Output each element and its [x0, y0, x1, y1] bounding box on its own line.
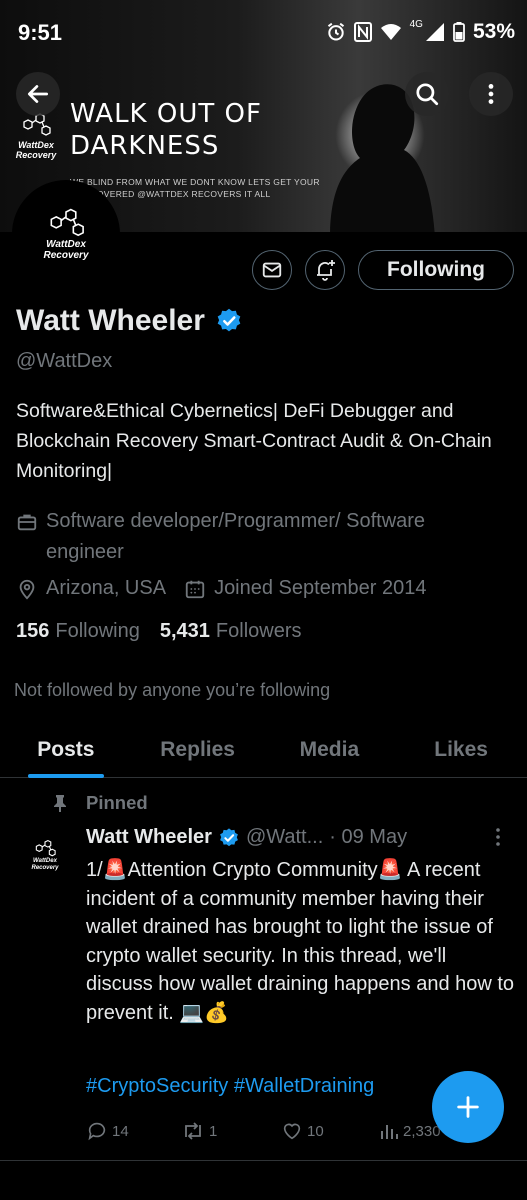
- like-button[interactable]: 10: [281, 1120, 379, 1142]
- pin-icon: [54, 795, 66, 812]
- display-name: Watt Wheeler: [16, 304, 243, 338]
- briefcase-icon: [17, 514, 37, 531]
- search-button[interactable]: [405, 72, 449, 116]
- status-icons: 4G 53%: [326, 18, 515, 44]
- compose-post-button[interactable]: [432, 1071, 504, 1143]
- followers-count-link[interactable]: 5,431 Followers: [160, 620, 302, 643]
- tweet-author-name[interactable]: Watt Wheeler: [86, 826, 212, 849]
- status-time: 9:51: [18, 20, 63, 45]
- profile-category-text: Software developer/Programmer/ Software …: [46, 510, 426, 563]
- reply-button[interactable]: 14: [86, 1120, 181, 1142]
- not-followed-notice: Not followed by anyone you’re following: [14, 680, 331, 700]
- tweet-hashtags[interactable]: #CryptoSecurity #WalletDraining: [86, 1075, 374, 1098]
- like-count: 10: [307, 1122, 324, 1140]
- back-button[interactable]: [16, 72, 60, 116]
- tweet-avatar[interactable]: WattDex Recovery: [16, 826, 74, 884]
- banner-logo-text: WattDex Recovery: [15, 140, 57, 160]
- notifications-button[interactable]: [305, 250, 345, 290]
- nfc-icon: [353, 22, 372, 42]
- views-bar-icon: [381, 1125, 398, 1139]
- wifi-icon: [380, 24, 401, 40]
- repost-button[interactable]: 1: [181, 1120, 281, 1142]
- following-button[interactable]: Following: [358, 250, 514, 290]
- profile-tabs: Posts Replies Media Likes: [0, 722, 527, 778]
- pinned-label: Pinned: [86, 792, 148, 813]
- tweet-avatar-text: WattDex Recovery: [31, 857, 59, 871]
- follow-counts: 156 Following 5,431 Followers: [16, 620, 302, 643]
- back-arrow-icon: [27, 85, 49, 103]
- location-pin-icon: [19, 579, 35, 599]
- banner-headline: WALK OUT OF DARKNESS: [70, 99, 262, 161]
- network-type: 4G: [409, 18, 423, 30]
- repost-count: 1: [209, 1122, 218, 1140]
- tweet-text: 1/🚨Attention Crypto Community🚨 A recent …: [86, 859, 515, 1024]
- tweet-author-handle: @Watt...: [245, 826, 324, 848]
- avatar-logo-text: WattDex Recovery: [43, 239, 89, 261]
- mail-icon: [262, 262, 282, 278]
- followers-label: Followers: [215, 620, 302, 642]
- profile-handle: @WattDex: [16, 350, 113, 372]
- repost-icon: [185, 1122, 201, 1140]
- display-name-text: Watt Wheeler: [16, 304, 205, 337]
- alarm-icon: [327, 22, 344, 41]
- calendar-icon: [185, 580, 205, 598]
- plus-icon: [457, 1096, 479, 1118]
- reply-icon: [88, 1122, 106, 1141]
- tab-replies[interactable]: Replies: [132, 722, 264, 777]
- verified-badge-icon: [217, 308, 241, 332]
- following-count: 156: [16, 620, 50, 642]
- verified-badge-icon: [220, 827, 238, 846]
- bell-plus-icon: [317, 260, 335, 281]
- more-options-button[interactable]: [469, 72, 513, 116]
- profile-location-text: Arizona, USA: [46, 577, 167, 599]
- views-count: 2,330: [403, 1122, 441, 1140]
- message-button[interactable]: [252, 250, 292, 290]
- profile-location: Arizona, USA: [16, 573, 166, 604]
- signal-icon: [425, 23, 444, 41]
- following-count-link[interactable]: 156 Following: [16, 620, 140, 643]
- tweet-date: · 09 May: [329, 826, 408, 848]
- more-vertical-icon: [496, 828, 500, 846]
- tweet-header: Watt Wheeler @Watt... · 09 May: [86, 826, 407, 849]
- banner-subtext: WE BLIND FROM WHAT WE DONT KNOW LETS GET…: [70, 177, 320, 199]
- status-bar: 9:51 4G 53%: [0, 0, 527, 64]
- banner-logo: WattDex Recovery: [8, 112, 64, 160]
- hexagon-logo-icon: [50, 208, 84, 237]
- profile-joined-text: Joined September 2014: [214, 577, 427, 599]
- more-vertical-icon: [488, 84, 494, 104]
- profile-bio: Software&Ethical Cybernetics| DeFi Debug…: [16, 400, 492, 482]
- views-button[interactable]: 2,330: [379, 1121, 441, 1141]
- search-icon: [416, 83, 439, 106]
- profile-avatar[interactable]: WattDex Recovery: [12, 180, 120, 288]
- tweet-more-button[interactable]: [489, 826, 507, 853]
- hexagon-logo-icon: [35, 839, 56, 856]
- following-label: Following: [55, 620, 140, 642]
- pinned-indicator: Pinned: [52, 792, 148, 814]
- profile-category: Software developer/Programmer/ Software …: [16, 506, 496, 568]
- heart-icon: [283, 1123, 301, 1140]
- bottom-navigation: [0, 1161, 527, 1200]
- tab-media[interactable]: Media: [264, 722, 396, 777]
- tab-posts[interactable]: Posts: [0, 722, 132, 777]
- reply-count: 14: [112, 1122, 129, 1140]
- profile-joined: Joined September 2014: [184, 573, 426, 604]
- profile-meta-row: Arizona, USA Joined September 2014: [16, 573, 426, 604]
- battery-percent: 53%: [472, 20, 515, 43]
- followers-count: 5,431: [159, 620, 210, 642]
- tab-likes[interactable]: Likes: [395, 722, 527, 777]
- battery-icon: [453, 22, 465, 42]
